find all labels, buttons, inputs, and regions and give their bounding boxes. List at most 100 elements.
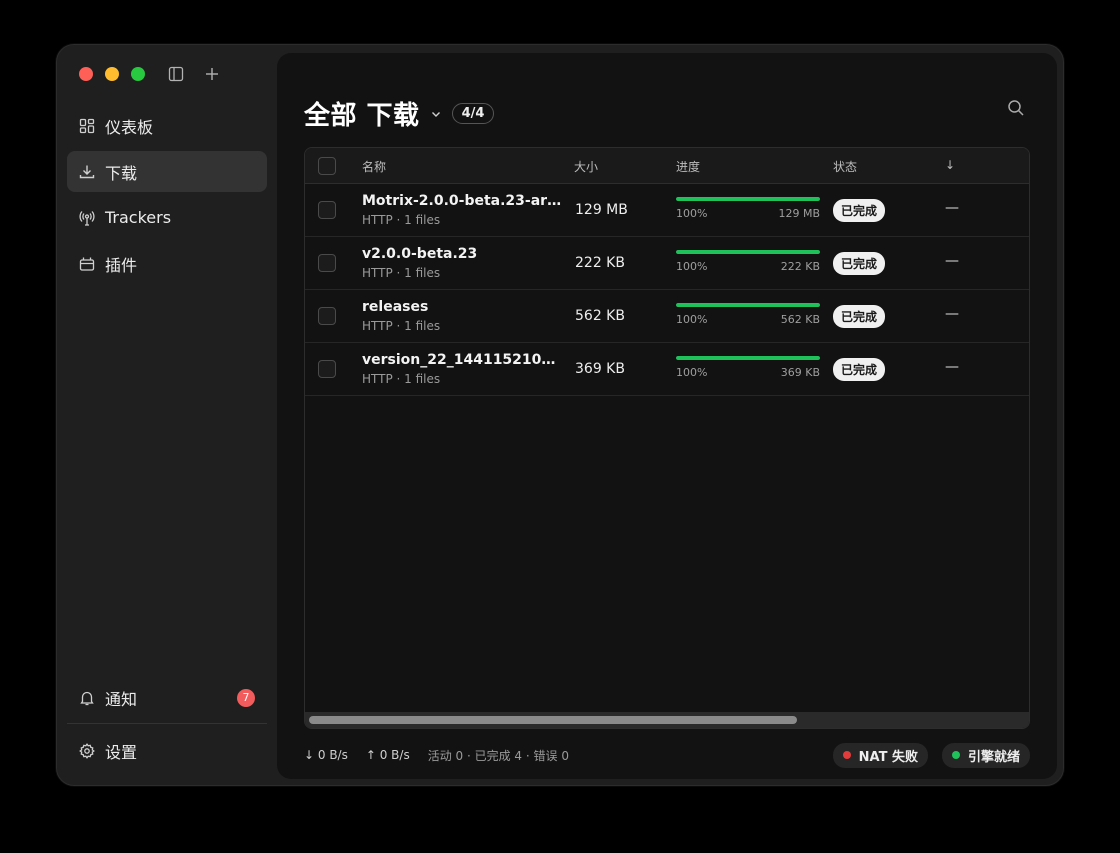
progress-bar xyxy=(676,250,820,254)
file-size: 222 KB xyxy=(575,255,625,271)
progress-cell: 100% 562 KB xyxy=(676,303,820,326)
plugin-icon xyxy=(79,256,95,272)
window-toolbar xyxy=(167,65,221,83)
window-controls xyxy=(79,67,145,81)
main-panel: 全部 下载 4/4 名称 大小 进度 状态 ↓ Motrix-2.0.0-bet… xyxy=(277,53,1057,779)
progress-cell: 100% 369 KB xyxy=(676,356,820,379)
progress-downloaded: 129 MB xyxy=(778,207,820,220)
nat-status-label: NAT 失败 xyxy=(858,749,918,765)
row-checkbox[interactable] xyxy=(318,201,336,219)
progress-bar-fill xyxy=(676,356,820,360)
zoom-window-button[interactable] xyxy=(131,67,145,81)
antenna-icon xyxy=(79,210,95,226)
scrollbar-thumb[interactable] xyxy=(309,716,797,724)
progress-bar xyxy=(676,356,820,360)
add-icon[interactable] xyxy=(203,65,221,83)
notification-count-badge: 7 xyxy=(237,688,255,707)
file-name-cell: Motrix-2.0.0-beta.23-arm6... HTTP · 1 fi… xyxy=(362,193,562,227)
nat-status-dot xyxy=(842,751,851,759)
engine-status-pill[interactable]: 引擎就绪 xyxy=(941,742,1030,768)
status-bar: ↓ 0 B/s ↑ 0 B/s 活动 0 · 已完成 4 · 错误 0 NAT … xyxy=(304,742,1030,768)
sort-arrow-icon[interactable]: ↓ xyxy=(945,158,955,172)
file-name: version_22_1441152104222... xyxy=(362,352,562,368)
page-title[interactable]: 全部 下载 xyxy=(304,95,420,132)
column-header-status[interactable]: 状态 xyxy=(833,158,857,175)
sidebar-item-downloads[interactable]: 下载 xyxy=(67,151,267,192)
downloads-table: 名称 大小 进度 状态 ↓ Motrix-2.0.0-beta.23-arm6.… xyxy=(304,147,1030,729)
progress-downloaded: 222 KB xyxy=(780,260,820,273)
row-extra: — xyxy=(945,253,959,269)
bell-icon xyxy=(79,690,95,706)
table-row[interactable]: Motrix-2.0.0-beta.23-arm6... HTTP · 1 fi… xyxy=(305,184,1029,237)
progress-percent: 100% xyxy=(676,366,708,379)
column-header-name[interactable]: 名称 xyxy=(362,158,386,175)
column-header-size[interactable]: 大小 xyxy=(574,158,598,175)
row-extra: — xyxy=(945,359,959,375)
sidebar-item-label: 仪表板 xyxy=(105,117,154,137)
task-summary: 活动 0 · 已完成 4 · 错误 0 xyxy=(427,748,569,763)
progress-bar-fill xyxy=(676,250,820,254)
file-size: 369 KB xyxy=(575,361,625,377)
app-window: 仪表板 下载 Trackers 插件 通知 7 设置 全部 下载 4/4 名称 … xyxy=(56,44,1064,786)
file-size: 129 MB xyxy=(575,202,628,218)
sidebar-item-label: 通知 xyxy=(105,689,138,709)
engine-status-dot xyxy=(951,751,960,759)
sidebar-item-label: 设置 xyxy=(105,742,138,762)
progress-bar xyxy=(676,303,820,307)
table-row[interactable]: v2.0.0-beta.23 HTTP · 1 files 222 KB 100… xyxy=(305,237,1029,290)
progress-cell: 100% 129 MB xyxy=(676,197,820,220)
gear-icon xyxy=(79,742,95,759)
row-checkbox[interactable] xyxy=(318,254,336,272)
sidebar: 仪表板 下载 Trackers 插件 xyxy=(67,105,267,289)
file-name-cell: version_22_1441152104222... HTTP · 1 fil… xyxy=(362,352,562,386)
table-row[interactable]: releases HTTP · 1 files 562 KB 100% 562 … xyxy=(305,290,1029,343)
engine-status-label: 引擎就绪 xyxy=(967,749,1020,765)
status-badge: 已完成 xyxy=(833,252,886,275)
file-name: v2.0.0-beta.23 xyxy=(362,246,478,262)
nat-status-pill[interactable]: NAT 失败 xyxy=(832,742,928,768)
sidebar-item-dashboard[interactable]: 仪表板 xyxy=(67,105,267,146)
close-window-button[interactable] xyxy=(79,67,93,81)
chevron-down-icon[interactable] xyxy=(430,108,442,120)
horizontal-scrollbar[interactable] xyxy=(305,712,1029,728)
status-badge: 已完成 xyxy=(833,305,886,328)
sidebar-divider xyxy=(67,723,267,724)
file-name-cell: releases HTTP · 1 files xyxy=(362,299,562,333)
file-size: 562 KB xyxy=(575,308,625,324)
search-icon[interactable] xyxy=(1007,99,1027,119)
sidebar-item-plugins[interactable]: 插件 xyxy=(67,243,267,284)
sidebar-item-label: 插件 xyxy=(105,255,138,275)
progress-bar xyxy=(676,197,820,201)
progress-percent: 100% xyxy=(676,313,708,326)
task-count-badge: 4/4 xyxy=(451,103,495,124)
table-row[interactable]: version_22_1441152104222... HTTP · 1 fil… xyxy=(305,343,1029,396)
download-icon xyxy=(79,164,95,180)
file-meta: HTTP · 1 files xyxy=(362,372,441,386)
progress-downloaded: 369 KB xyxy=(780,366,820,379)
progress-percent: 100% xyxy=(676,260,708,273)
progress-cell: 100% 222 KB xyxy=(676,250,820,273)
sidebar-item-trackers[interactable]: Trackers xyxy=(67,197,267,238)
column-header-progress[interactable]: 进度 xyxy=(676,158,700,175)
page-header: 全部 下载 4/4 xyxy=(304,95,495,132)
sidebar-item-label: 下载 xyxy=(105,163,138,183)
download-speed: ↓ 0 B/s xyxy=(304,748,348,762)
sidebar-item-settings[interactable]: 设置 xyxy=(67,730,267,771)
sidebar-item-notifications[interactable]: 通知 7 xyxy=(67,677,267,718)
table-header: 名称 大小 进度 状态 ↓ xyxy=(305,148,1029,184)
minimize-window-button[interactable] xyxy=(105,67,119,81)
progress-percent: 100% xyxy=(676,207,708,220)
progress-downloaded: 562 KB xyxy=(780,313,820,326)
row-extra: — xyxy=(945,200,959,216)
file-meta: HTTP · 1 files xyxy=(362,319,441,333)
file-name-cell: v2.0.0-beta.23 HTTP · 1 files xyxy=(362,246,562,280)
dashboard-icon xyxy=(79,118,95,134)
select-all-checkbox[interactable] xyxy=(318,157,336,175)
row-checkbox[interactable] xyxy=(318,360,336,378)
row-checkbox[interactable] xyxy=(318,307,336,325)
sidebar-item-label: Trackers xyxy=(105,208,172,227)
sidebar-footer: 通知 7 设置 xyxy=(67,677,267,776)
sidebar-toggle-icon[interactable] xyxy=(167,65,185,83)
file-meta: HTTP · 1 files xyxy=(362,266,441,280)
file-meta: HTTP · 1 files xyxy=(362,213,441,227)
